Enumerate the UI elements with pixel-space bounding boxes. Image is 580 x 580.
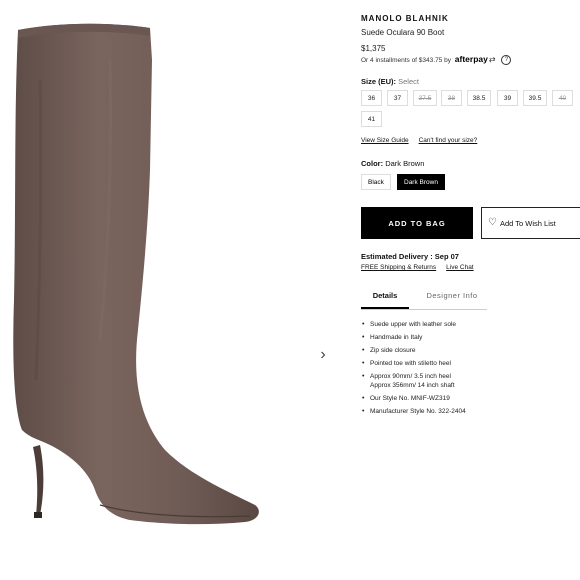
size-option[interactable]: 40 [552, 90, 573, 106]
size-label: Size (EU): Select [361, 77, 419, 86]
size-option[interactable]: 39 [497, 90, 518, 106]
size-option[interactable]: 37.5 [413, 90, 437, 106]
heart-icon: ♡ [488, 217, 497, 228]
product-image-area: › [0, 0, 345, 580]
color-label: Color: Dark Brown [361, 159, 424, 168]
tab-designer-info[interactable]: Designer Info [417, 285, 487, 309]
size-option[interactable]: 38 [441, 90, 462, 106]
list-item: Handmade in Italy [361, 333, 580, 342]
cant-find-size-link[interactable]: Can't find your size? [419, 137, 478, 144]
free-shipping-link[interactable]: FREE Shipping & Returns [361, 264, 436, 271]
help-icon[interactable]: ? [501, 55, 512, 66]
list-item: Manufacturer Style No. 322-2404 [361, 407, 580, 416]
product-price: $1,375 [361, 44, 386, 53]
brand-name[interactable]: MANOLO BLAHNIK [361, 14, 449, 23]
list-item: Approx 90mm/ 3.5 inch heel [361, 372, 580, 381]
view-size-guide-link[interactable]: View Size Guide [361, 137, 409, 144]
color-option-black[interactable]: Black [361, 174, 391, 190]
add-to-bag-button[interactable]: ADD TO BAG [361, 207, 473, 239]
details-list: Suede upper with leather sole Handmade i… [361, 320, 580, 420]
info-tabs: Details Designer Info [361, 285, 487, 310]
product-info-panel: MANOLO BLAHNIK Suede Ocularа 90 Boot $1,… [361, 0, 580, 580]
product-title: Suede Ocularа 90 Boot [361, 28, 445, 37]
wishlist-label: Add To Wish List [500, 218, 556, 228]
size-option[interactable]: 38.5 [467, 90, 491, 106]
size-option[interactable]: 37 [387, 90, 408, 106]
list-item: Our Style No. MNIF-WZ319 [361, 394, 580, 403]
list-item: Zip side closure [361, 346, 580, 355]
list-item: Pointed toe with stiletto heel [361, 359, 580, 368]
size-links: View Size Guide Can't find your size? [361, 137, 477, 144]
afterpay-text: Or 4 installments of $343.75 by [361, 57, 451, 64]
estimated-delivery: Estimated Delivery : Sep 07 [361, 252, 459, 261]
shipping-links: FREE Shipping & Returns Live Chat [361, 264, 474, 271]
size-option[interactable]: 39.5 [523, 90, 547, 106]
tab-details[interactable]: Details [361, 285, 409, 309]
afterpay-row: Or 4 installments of $343.75 by afterpay… [361, 54, 512, 66]
size-label-text: Size (EU): [361, 77, 397, 86]
next-image-arrow-icon[interactable]: › [316, 345, 330, 365]
list-item: Approx 356mm/ 14 inch shaft [370, 382, 455, 389]
size-select-hint: Select [398, 77, 419, 86]
add-to-wishlist-button[interactable]: ♡ Add To Wish List [481, 207, 580, 239]
size-option[interactable]: 41 [361, 111, 382, 127]
list-item: Suede upper with leather sole [361, 320, 580, 329]
color-option-dark-brown[interactable]: Dark Brown [397, 174, 445, 190]
product-image-boot [13, 23, 259, 525]
afterpay-logo: afterpay [454, 54, 488, 64]
size-option[interactable]: 36 [361, 90, 382, 106]
selected-color-name: Dark Brown [385, 159, 425, 168]
color-label-text: Color: [361, 159, 384, 168]
live-chat-link[interactable]: Live Chat [446, 264, 473, 271]
afterpay-arrows-icon: ⇄ [488, 55, 496, 64]
